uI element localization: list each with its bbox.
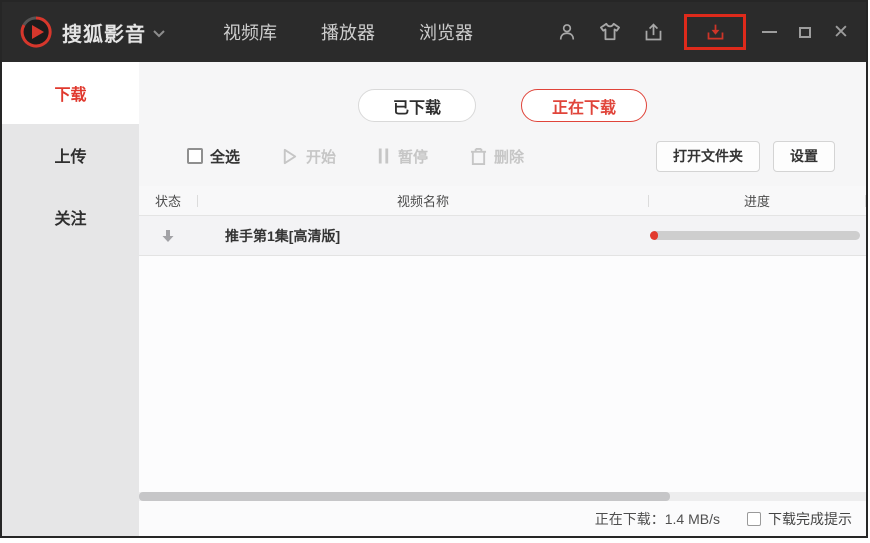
tab-downloaded[interactable]: 已下载 [357, 89, 476, 122]
column-header-status: 状态 [154, 194, 181, 209]
downloading-arrow-icon [139, 228, 197, 244]
toolbar: 全选 开始 暂停 删除 打开文件夹 设置 [139, 139, 866, 173]
pause-button[interactable]: 暂停 [376, 146, 428, 167]
column-header-progress: 进度 [743, 194, 770, 209]
notify-label: 下载完成提示 [768, 510, 852, 527]
progress-cell [650, 231, 866, 240]
sidebar-item-follow[interactable]: 关注 [2, 186, 139, 248]
upload-icon[interactable] [641, 20, 665, 44]
sidebar: 下载 上传 关注 [2, 62, 139, 536]
select-all-control[interactable]: 全选 [187, 146, 240, 167]
video-name: 推手第1集[高清版] [225, 227, 341, 244]
top-navigation: 视频库 播放器 浏览器 [223, 19, 473, 45]
app-title: 搜狐影音 [62, 23, 146, 46]
skin-icon[interactable] [598, 20, 622, 44]
tab-downloading[interactable]: 正在下载 [520, 89, 647, 122]
sidebar-item-upload[interactable]: 上传 [2, 124, 139, 186]
start-label: 开始 [306, 148, 337, 166]
main-panel: 已下载 正在下载 全选 开始 暂停 删除 打开文件夹 设置 状态 视频名称 进度… [139, 62, 866, 536]
column-divider [865, 194, 866, 207]
download-speed-status: 正在下载：1.4 MB/s [594, 510, 720, 527]
nav-video-library[interactable]: 视频库 [223, 19, 277, 45]
download-table: 状态 视频名称 进度 推手第1集[高清版] [139, 186, 866, 256]
download-icon[interactable] [703, 20, 727, 44]
select-all-label: 全选 [210, 148, 241, 166]
app-window: 搜狐影音 视频库 播放器 浏览器 ✕ 下载 上传 关注 已下载 正在下载 全选 … [0, 0, 868, 538]
trash-icon [470, 147, 487, 165]
app-logo-icon [20, 16, 52, 48]
pause-icon [378, 148, 389, 164]
delete-button[interactable]: 删除 [470, 146, 524, 167]
empty-list-area [139, 256, 866, 492]
progress-fill [650, 231, 659, 240]
titlebar-icons: ✕ [555, 14, 866, 50]
play-icon [283, 148, 297, 164]
table-header: 状态 视频名称 进度 [139, 186, 866, 216]
download-tabs: 已下载 正在下载 [139, 62, 866, 122]
download-highlight-box [684, 14, 746, 50]
pause-label: 暂停 [398, 148, 429, 166]
select-all-checkbox[interactable] [187, 148, 203, 164]
chevron-down-icon[interactable] [153, 30, 165, 38]
table-row[interactable]: 推手第1集[高清版] [139, 216, 866, 256]
title-bar: 搜狐影音 视频库 播放器 浏览器 ✕ [2, 2, 866, 62]
nav-player[interactable]: 播放器 [321, 19, 375, 45]
open-folder-button[interactable]: 打开文件夹 [656, 140, 760, 172]
nav-browser[interactable]: 浏览器 [419, 19, 473, 45]
sidebar-item-download[interactable]: 下载 [2, 62, 139, 124]
user-icon[interactable] [555, 20, 579, 44]
notify-on-complete-control[interactable]: 下载完成提示 [747, 509, 852, 529]
close-button[interactable]: ✕ [828, 19, 854, 45]
minimize-button[interactable] [756, 19, 782, 45]
status-bar: 正在下载：1.4 MB/s 下载完成提示 [139, 501, 866, 536]
window-controls: ✕ [756, 19, 854, 45]
horizontal-scrollbar [139, 492, 866, 501]
delete-label: 删除 [494, 148, 525, 166]
scrollbar-thumb[interactable] [139, 492, 670, 501]
column-header-name: 视频名称 [396, 194, 449, 209]
toolbar-right: 打开文件夹 设置 [656, 140, 835, 172]
notify-checkbox[interactable] [747, 511, 761, 526]
start-button[interactable]: 开始 [280, 146, 336, 167]
maximize-button[interactable] [792, 19, 818, 45]
settings-button[interactable]: 设置 [773, 140, 835, 172]
progress-bar [650, 231, 860, 240]
